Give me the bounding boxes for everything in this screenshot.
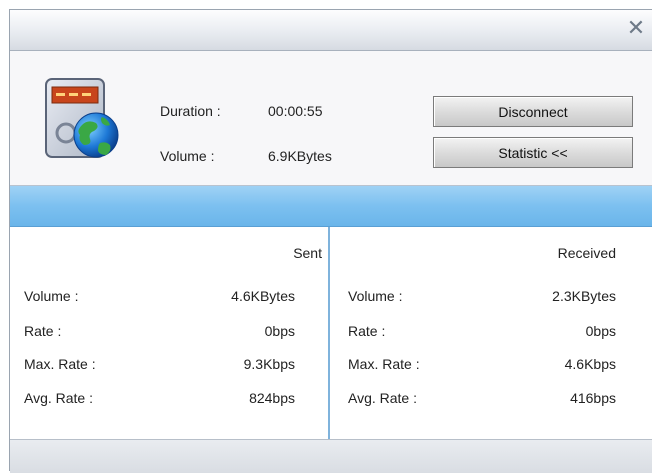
volume-label: Volume :	[160, 148, 215, 164]
received-volume-value: 2.3KBytes	[552, 288, 616, 304]
statistics-header-band	[10, 186, 652, 227]
sent-header: Sent	[293, 245, 322, 261]
close-icon[interactable]: ✕	[624, 16, 648, 40]
column-separator	[328, 227, 330, 439]
sent-rate-value: 0bps	[264, 323, 295, 339]
received-volume-label: Volume :	[348, 288, 403, 304]
sent-avg-rate-value: 824bps	[249, 390, 295, 406]
status-bar	[10, 439, 652, 473]
received-header: Received	[557, 245, 616, 261]
sent-rate-label: Rate :	[24, 323, 62, 339]
received-max-rate-value: 4.6Kbps	[564, 356, 616, 372]
title-bar: ✕	[10, 10, 652, 51]
received-rate-value: 0bps	[585, 323, 616, 339]
connection-info-panel: Duration : 00:00:55 Volume : 6.9KBytes D…	[10, 51, 652, 185]
connection-status-window: ✕ Duration: 00:00:55 Volume: 6.9KBytes…	[9, 9, 652, 473]
received-avg-rate-label: Avg. Rate :	[348, 390, 418, 406]
sent-max-rate-value: 9.3Kbps	[243, 356, 295, 372]
sent-volume-value: 4.6KBytes	[231, 288, 295, 304]
sent-volume-label: Volume :	[24, 288, 79, 304]
statistics-panel: Sent Volume : 4.6KBytes Rate : 0bps Max.…	[10, 227, 652, 439]
received-rate-label: Rate :	[348, 323, 386, 339]
received-max-rate-label: Max. Rate :	[348, 356, 420, 372]
volume-value: 6.9KBytes	[268, 148, 332, 164]
statistic-toggle-button[interactable]: Statistic <<	[433, 137, 633, 168]
duration-label: Duration :	[160, 103, 221, 119]
disconnect-button[interactable]: Disconnect	[433, 96, 633, 127]
sent-max-rate-label: Max. Rate :	[24, 356, 96, 372]
received-avg-rate-value: 416bps	[570, 390, 616, 406]
sent-avg-rate-label: Avg. Rate :	[24, 390, 94, 406]
duration-value: 00:00:55	[268, 103, 323, 119]
modem-globe-icon	[45, 78, 119, 158]
